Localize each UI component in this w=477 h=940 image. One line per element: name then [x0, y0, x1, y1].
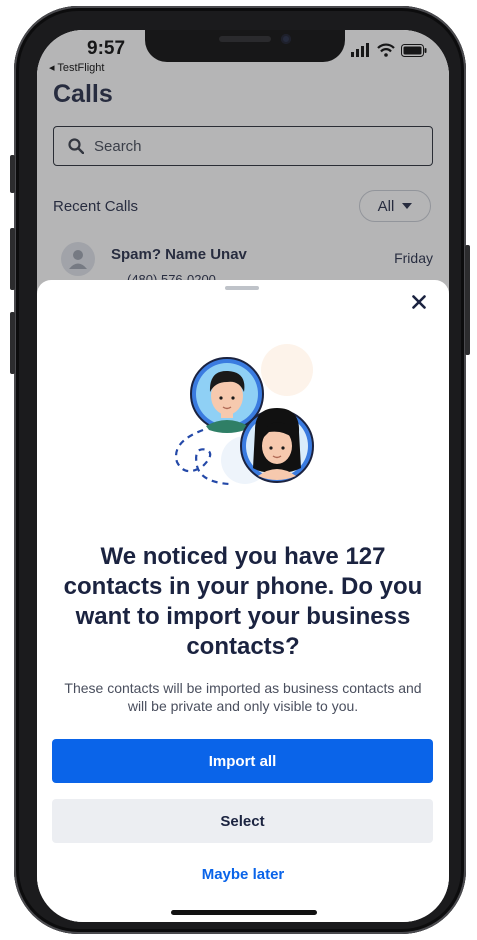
- close-button[interactable]: [407, 290, 431, 314]
- power-button: [465, 245, 470, 355]
- volume-down-button: [10, 312, 15, 374]
- screen: 9:57 ◂ TestFlight Calls Search Recent Ca…: [37, 30, 449, 922]
- mute-switch: [10, 155, 15, 193]
- volume-up-button: [10, 228, 15, 290]
- home-indicator[interactable]: [171, 910, 317, 915]
- female-avatar: [240, 408, 314, 483]
- import-headline: We noticed you have 127 contacts in your…: [63, 543, 423, 660]
- import-all-button[interactable]: Import all: [52, 739, 433, 783]
- import-description: These contacts will be imported as busin…: [64, 680, 422, 714]
- contacts-illustration: [174, 344, 314, 486]
- import-contacts-sheet: We noticed you have 127 contacts in your…: [37, 280, 449, 922]
- sheet-grabber[interactable]: [225, 286, 259, 290]
- maybe-later-link[interactable]: Maybe later: [37, 866, 449, 883]
- select-button[interactable]: Select: [52, 799, 433, 843]
- close-icon: [412, 295, 426, 309]
